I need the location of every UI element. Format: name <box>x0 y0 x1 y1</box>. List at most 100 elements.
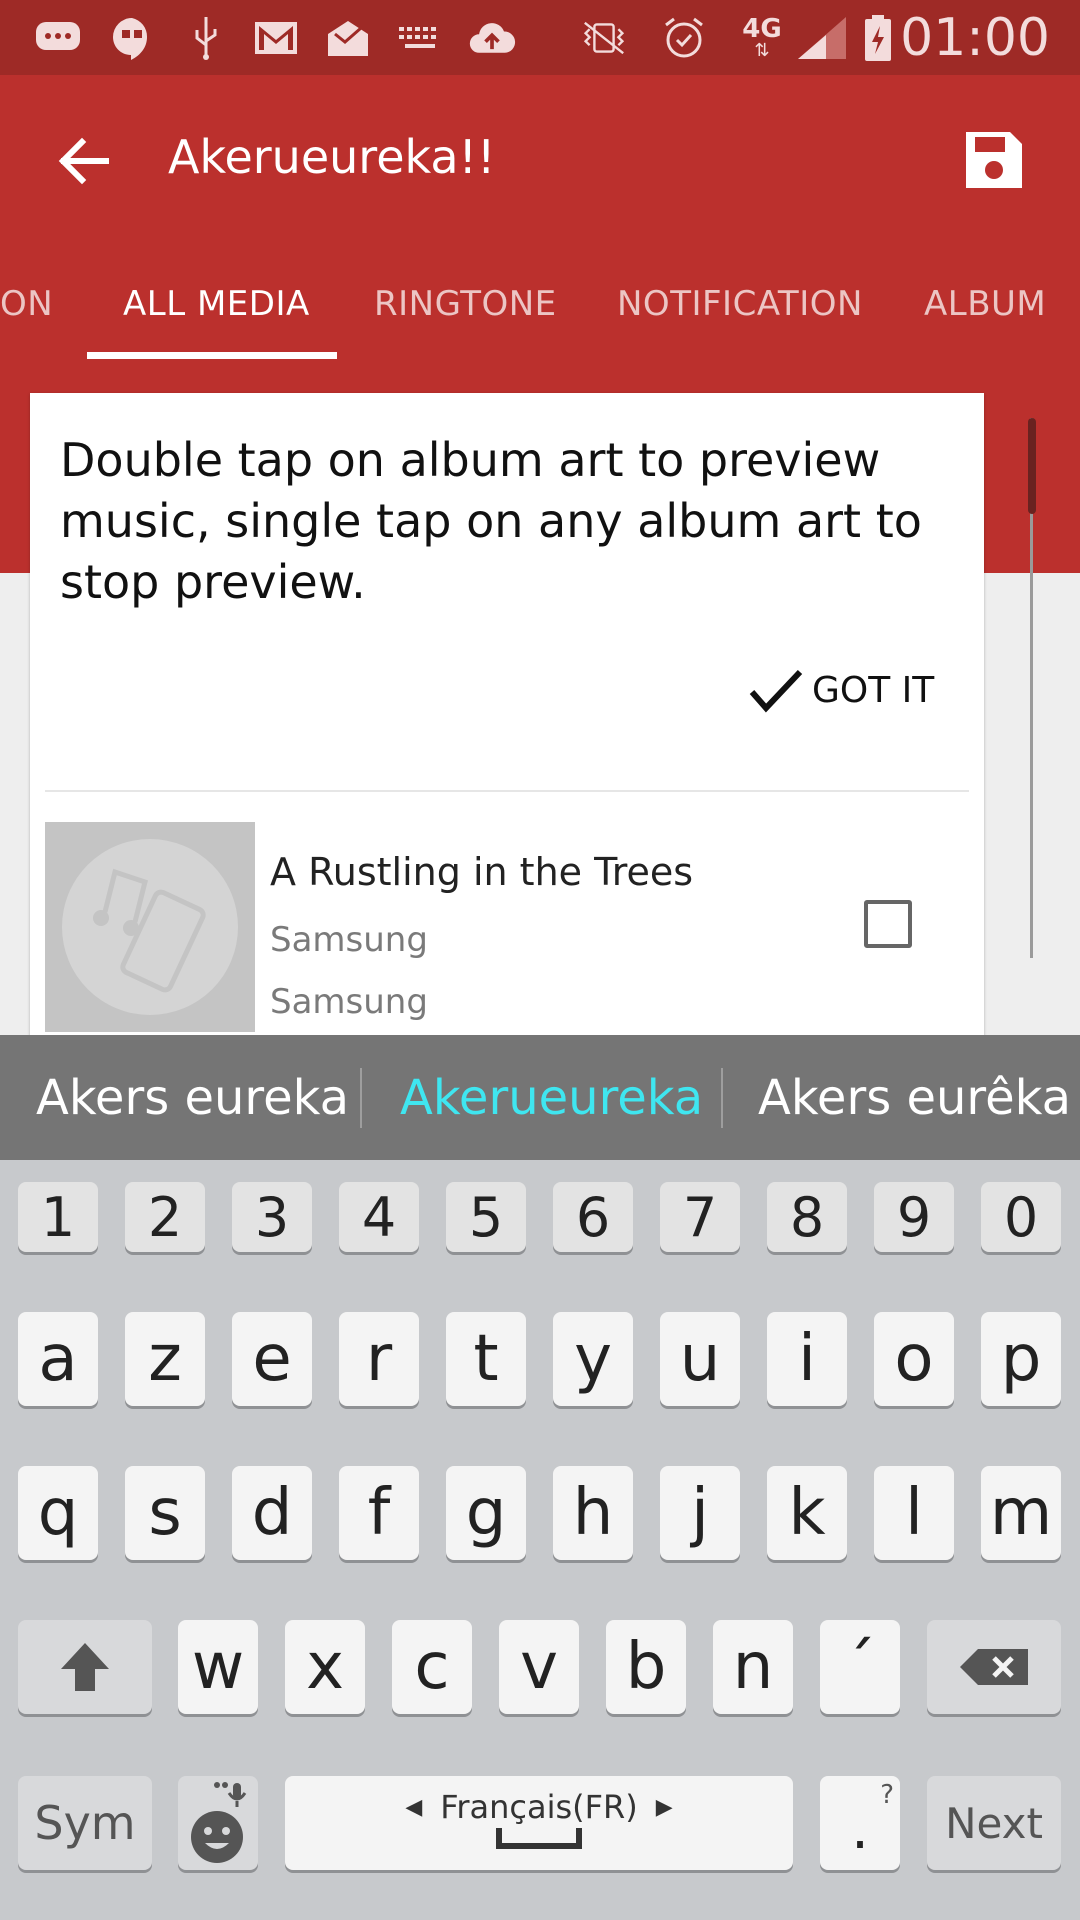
suggestion-3[interactable]: Akers eurêka <box>758 1070 1071 1126</box>
scrollbar-thumb[interactable] <box>1028 418 1036 514</box>
sym-key[interactable]: Sym <box>18 1776 152 1870</box>
key-z[interactable]: z <box>125 1312 205 1406</box>
key-label: b <box>625 1630 667 1704</box>
mail-open-icon <box>324 14 372 62</box>
key-u[interactable]: u <box>660 1312 740 1406</box>
usb-icon <box>182 14 230 62</box>
key-k[interactable]: k <box>767 1466 847 1560</box>
key-g[interactable]: g <box>446 1466 526 1560</box>
space-key[interactable]: ◀ Français(FR) ▶ <box>285 1776 793 1870</box>
key-o[interactable]: o <box>874 1312 954 1406</box>
key-label: 7 <box>682 1185 718 1249</box>
key-h[interactable]: h <box>553 1466 633 1560</box>
key-d[interactable]: d <box>232 1466 312 1560</box>
key-label: d <box>251 1476 293 1550</box>
key-w[interactable]: w <box>178 1620 258 1714</box>
backspace-key[interactable] <box>927 1620 1061 1714</box>
key-8[interactable]: 8 <box>767 1182 847 1252</box>
back-button[interactable] <box>48 125 120 197</box>
suggestion-divider <box>360 1068 362 1128</box>
song-album: Samsung <box>270 982 428 1022</box>
emoji-key[interactable] <box>178 1776 258 1870</box>
key-s[interactable]: s <box>125 1466 205 1560</box>
tab-album[interactable]: ALBUM <box>924 284 1046 324</box>
period-key[interactable]: ? . <box>820 1776 900 1870</box>
key-j[interactable]: j <box>660 1466 740 1560</box>
tab-indicator <box>87 352 337 359</box>
shift-key[interactable] <box>18 1620 152 1714</box>
key-label: 8 <box>789 1185 825 1249</box>
select-checkbox[interactable] <box>864 900 912 948</box>
key-e[interactable]: e <box>232 1312 312 1406</box>
key-1[interactable]: 1 <box>18 1182 98 1252</box>
tab-ringtone[interactable]: RINGTONE <box>374 284 557 324</box>
key-label: 3 <box>254 1185 290 1249</box>
key-label: 5 <box>468 1185 504 1249</box>
key-label: z <box>148 1322 182 1396</box>
key-label: u <box>679 1322 721 1396</box>
alarm-icon <box>660 14 708 62</box>
key-4[interactable]: 4 <box>339 1182 419 1252</box>
key-t[interactable]: t <box>446 1312 526 1406</box>
key-label: r <box>365 1322 393 1396</box>
tab-partial[interactable]: ON <box>0 284 53 324</box>
battery-charging-icon <box>858 14 898 62</box>
vibrate-icon <box>580 14 628 62</box>
key-p[interactable]: p <box>981 1312 1061 1406</box>
key-b[interactable]: b <box>606 1620 686 1714</box>
suggestion-1[interactable]: Akers eureka <box>36 1070 349 1126</box>
key-i[interactable]: i <box>767 1312 847 1406</box>
language-selector: ◀ Français(FR) ▶ <box>405 1788 672 1826</box>
key-label: s <box>148 1476 182 1550</box>
status-bar: 4G ⇅ 01:00 <box>0 0 1080 75</box>
key-label: p <box>1000 1322 1042 1396</box>
key-3[interactable]: 3 <box>232 1182 312 1252</box>
key-acute-accent[interactable]: ´ <box>820 1620 900 1714</box>
key-q[interactable]: q <box>18 1466 98 1560</box>
key-m[interactable]: m <box>981 1466 1061 1560</box>
key-y[interactable]: y <box>553 1312 633 1406</box>
got-it-label: GOT IT <box>812 669 935 711</box>
tab-all-media[interactable]: ALL MEDIA <box>123 284 310 324</box>
chevron-right-icon: ▶ <box>655 1794 673 1820</box>
key-2[interactable]: 2 <box>125 1182 205 1252</box>
key-label: x <box>306 1630 344 1704</box>
suggestion-2[interactable]: Akerueureka <box>400 1070 703 1126</box>
network-type: 4G ⇅ <box>738 14 786 62</box>
key-x[interactable]: x <box>285 1620 365 1714</box>
got-it-button[interactable]: GOT IT <box>748 655 934 725</box>
key-9[interactable]: 9 <box>874 1182 954 1252</box>
music-phone-icon <box>62 839 238 1015</box>
chevron-left-icon: ◀ <box>405 1794 423 1820</box>
arrow-back-icon <box>58 137 109 185</box>
key-label: q <box>37 1476 79 1550</box>
key-0[interactable]: 0 <box>981 1182 1061 1252</box>
key-a[interactable]: a <box>18 1312 98 1406</box>
messenger-icon <box>34 14 82 62</box>
keyboard-icon <box>396 14 444 62</box>
key-6[interactable]: 6 <box>553 1182 633 1252</box>
key-label: c <box>414 1630 450 1704</box>
key-5[interactable]: 5 <box>446 1182 526 1252</box>
next-key[interactable]: Next <box>927 1776 1061 1870</box>
key-label: Sym <box>34 1796 136 1850</box>
hangouts-icon <box>108 14 156 62</box>
tab-notification[interactable]: NOTIFICATION <box>617 284 863 324</box>
key-n[interactable]: n <box>713 1620 793 1714</box>
suggestion-divider <box>721 1068 723 1128</box>
key-v[interactable]: v <box>499 1620 579 1714</box>
key-label: v <box>520 1630 558 1704</box>
key-label: 9 <box>896 1185 932 1249</box>
key-c[interactable]: c <box>392 1620 472 1714</box>
key-7[interactable]: 7 <box>660 1182 740 1252</box>
check-icon <box>749 669 803 713</box>
emoji-icon <box>191 1782 247 1863</box>
key-r[interactable]: r <box>339 1312 419 1406</box>
save-button[interactable] <box>958 124 1030 196</box>
key-f[interactable]: f <box>339 1466 419 1560</box>
key-l[interactable]: l <box>874 1466 954 1560</box>
key-label: n <box>732 1630 774 1704</box>
cloud-upload-icon <box>468 14 516 62</box>
album-art[interactable] <box>45 822 255 1032</box>
backspace-icon <box>960 1649 1028 1685</box>
